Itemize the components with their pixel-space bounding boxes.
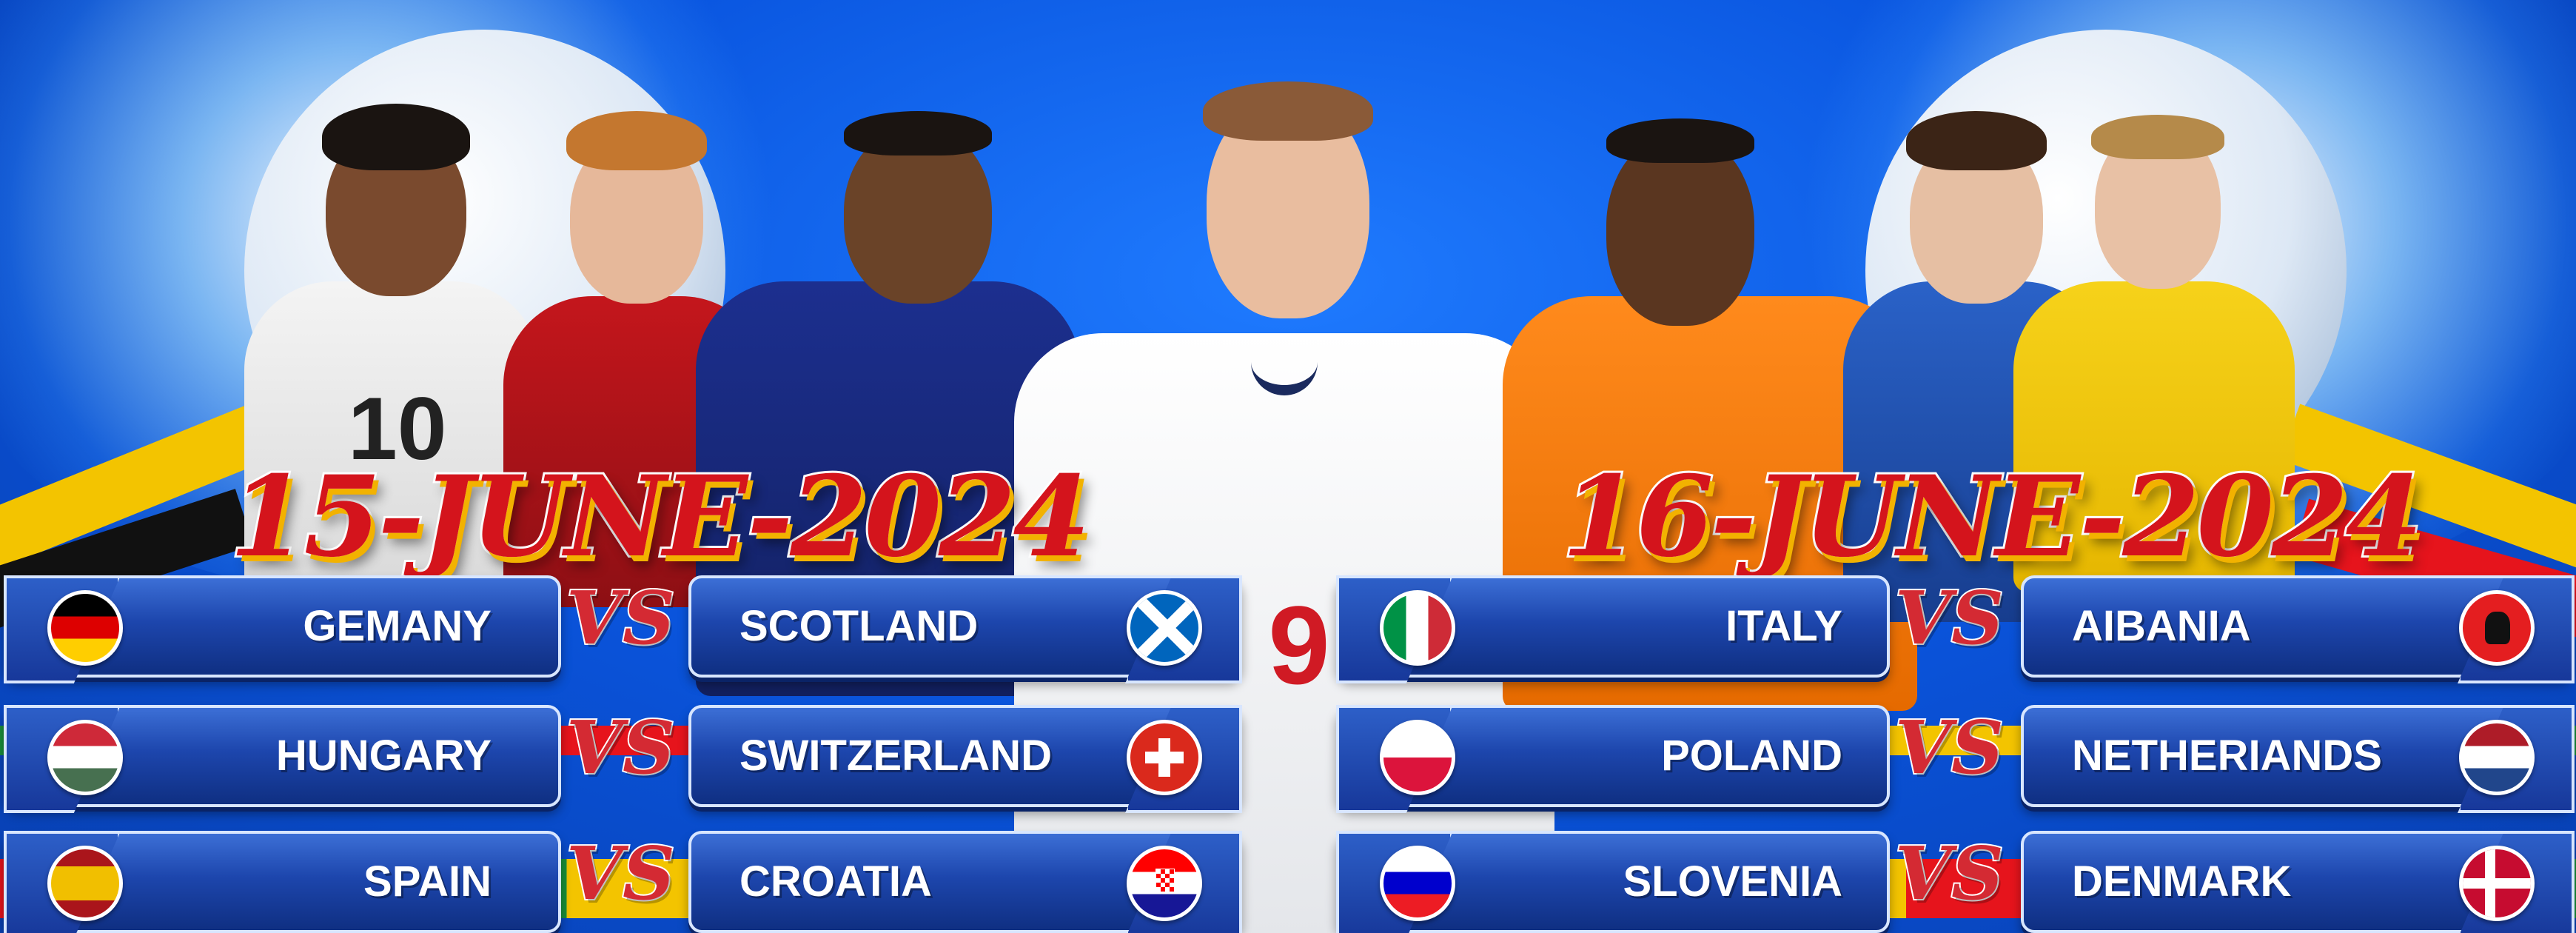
- match-row-6-home: SLOVENIA: [1336, 831, 1890, 933]
- vs-label: VS: [1894, 575, 2005, 663]
- vs-label: VS: [565, 575, 677, 663]
- team-away-5: NETHERIANDS: [2072, 732, 2382, 780]
- team-home-4: ITALY: [1725, 602, 1842, 650]
- denmark-flag-icon: [2459, 846, 2535, 921]
- banner: 10 9 15-JUNE-2024 16-JUNE-2024 GEMANY VS…: [0, 0, 2576, 933]
- england-shirt-number: 9: [1268, 583, 1330, 707]
- match-row-4-away: AIBANIA: [2021, 575, 2575, 683]
- date-left: 15-JUNE-2024: [227, 449, 1093, 584]
- scotland-flag-icon: [1127, 590, 1202, 666]
- date-right: 16-JUNE-2024: [1560, 449, 2425, 584]
- team-home-2: HUNGARY: [275, 732, 492, 780]
- albania-flag-icon: [2459, 590, 2535, 666]
- match-row-5-away: NETHERIANDS: [2021, 705, 2575, 813]
- poland-flag-icon: [1380, 720, 1455, 795]
- slovenia-flag-icon: [1380, 846, 1455, 921]
- hungary-flag-icon: [47, 720, 123, 795]
- team-home-5: POLAND: [1661, 732, 1842, 780]
- team-home-3: SPAIN: [363, 857, 492, 906]
- match-row-1-home: GEMANY: [4, 575, 561, 683]
- vs-label: VS: [565, 704, 677, 792]
- match-row-2-home: HUNGARY: [4, 705, 561, 813]
- match-row-4-home: ITALY: [1336, 575, 1890, 683]
- team-away-1: SCOTLAND: [739, 602, 979, 650]
- match-row-3-away: CROATIA: [688, 831, 1242, 933]
- vs-label: VS: [1894, 830, 2005, 918]
- netherlands-flag-icon: [2459, 720, 2535, 795]
- team-away-3: CROATIA: [739, 857, 932, 906]
- vs-label: VS: [1894, 704, 2005, 792]
- match-row-3-home: SPAIN: [4, 831, 561, 933]
- match-row-2-away: SWITZERLAND: [688, 705, 1242, 813]
- team-away-4: AIBANIA: [2072, 602, 2251, 650]
- spain-flag-icon: [47, 846, 123, 921]
- germany-flag-icon: [47, 590, 123, 666]
- team-away-2: SWITZERLAND: [739, 732, 1053, 780]
- croatia-flag-icon: [1127, 846, 1202, 921]
- team-home-1: GEMANY: [303, 602, 492, 650]
- italy-flag-icon: [1380, 590, 1455, 666]
- team-away-6: DENMARK: [2072, 857, 2292, 906]
- match-row-6-away: DENMARK: [2021, 831, 2575, 933]
- match-row-5-home: POLAND: [1336, 705, 1890, 813]
- team-home-6: SLOVENIA: [1623, 857, 1843, 906]
- switzerland-flag-icon: [1127, 720, 1202, 795]
- match-row-1-away: SCOTLAND: [688, 575, 1242, 683]
- vs-label: VS: [565, 830, 677, 918]
